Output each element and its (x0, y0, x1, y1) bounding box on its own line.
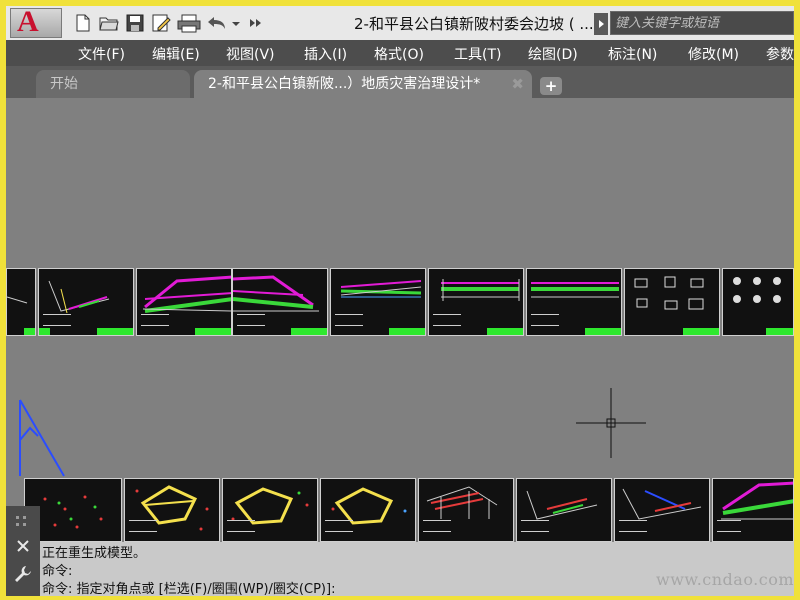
more-icon[interactable] (248, 13, 264, 33)
menu-file[interactable]: 文件(F) (78, 44, 125, 64)
chevron-right-icon (599, 20, 604, 28)
wrench-icon[interactable] (13, 564, 33, 584)
sheet-title-block (766, 328, 793, 335)
sheet-drawing (634, 276, 704, 310)
sheet-notes (717, 520, 741, 532)
sheet-drawing (7, 296, 28, 304)
command-history-line: 正在重生成模型。 (42, 546, 147, 561)
close-icon[interactable] (15, 538, 31, 554)
watermark: www.cndao.com (656, 570, 794, 589)
sheet-notes (141, 314, 170, 326)
sheet-drawing (426, 486, 498, 519)
sheet-notes (531, 314, 560, 326)
command-prompt-line[interactable]: 命令: 指定对角点或 [栏选(F)/圈围(WP)/圈交(CP)]: (42, 578, 335, 596)
drawing-sheet[interactable] (6, 268, 36, 336)
sheet-title-block (683, 328, 719, 335)
sheet-notes (43, 314, 72, 326)
drawing-sheet[interactable] (526, 268, 622, 336)
menu-draw[interactable]: 绘图(D) (528, 44, 578, 64)
drawing-canvas[interactable] (6, 98, 794, 542)
file-tab-bar: 开始 2-和平县公白镇新陂...）地质灾害治理设计* ✖ + (6, 66, 794, 98)
menu-bar: 文件(F) 编辑(E) 视图(V) 插入(I) 格式(O) 工具(T) 绘图(D… (6, 40, 794, 66)
dropdown-icon[interactable] (230, 13, 242, 33)
drawing-sheet[interactable] (38, 268, 134, 336)
tab-drawing[interactable]: 2-和平县公白镇新陂...）地质灾害治理设计* ✖ (194, 70, 532, 98)
save-icon[interactable] (124, 13, 146, 33)
application-menu-button[interactable]: A (10, 6, 62, 38)
sheet-title-block (39, 328, 51, 335)
sheet-title-block (389, 328, 425, 335)
sheet-notes (325, 520, 354, 532)
drawing-sheet[interactable] (222, 478, 318, 542)
tab-label: 2-和平县公白镇新陂...）地质灾害治理设计* (208, 76, 481, 92)
sheet-notes (433, 314, 462, 326)
menu-edit[interactable]: 编辑(E) (152, 44, 200, 64)
drawing-sheet[interactable] (624, 268, 720, 336)
sheet-drawing (135, 485, 209, 531)
sheet-notes (423, 520, 452, 532)
sheet-title-block (24, 328, 35, 335)
sheet-title-block (487, 328, 523, 335)
sheet-notes (335, 314, 364, 326)
tab-label: 开始 (50, 76, 78, 92)
drawing-sheet[interactable] (712, 478, 794, 542)
sheet-drawing (733, 277, 781, 303)
search-expand-button[interactable] (594, 13, 608, 35)
drawing-sheet[interactable] (124, 478, 220, 542)
undo-icon[interactable] (206, 13, 228, 33)
sheet-notes (619, 520, 648, 532)
sheet-drawing (231, 487, 309, 525)
grip-icon (16, 516, 26, 526)
save-as-icon[interactable] (150, 13, 172, 33)
window-title: 2-和平县公白镇新陂村委会边坡 ( ... (354, 15, 594, 33)
crosshair-icon (576, 388, 646, 458)
sheet-notes (521, 520, 550, 532)
sheet-drawing (331, 487, 407, 525)
drawing-sheet[interactable] (320, 478, 416, 542)
menu-tools[interactable]: 工具(T) (454, 44, 501, 64)
sheet-notes (129, 520, 158, 532)
drawing-sheet[interactable] (136, 268, 232, 336)
search-box[interactable] (610, 11, 794, 35)
menu-dimension[interactable]: 标注(N) (608, 44, 657, 64)
print-icon[interactable] (176, 13, 202, 33)
search-input[interactable] (611, 12, 793, 35)
sheet-title-block (97, 328, 133, 335)
menu-view[interactable]: 视图(V) (226, 44, 275, 64)
drawing-sheet[interactable] (516, 478, 612, 542)
menu-modify[interactable]: 修改(M) (688, 44, 739, 64)
open-folder-icon[interactable] (98, 13, 120, 33)
drawing-sheet[interactable] (418, 478, 514, 542)
drawing-sheet[interactable] (330, 268, 426, 336)
command-history-line: 命令: (42, 564, 73, 579)
sheet-title-block (585, 328, 621, 335)
sheet-drawing (526, 490, 598, 520)
title-bar: A 2-和平县公白镇新陂村委会边坡 ( ... (6, 6, 794, 41)
command-window-handle[interactable] (6, 506, 40, 596)
drawing-sheet[interactable] (614, 478, 710, 542)
drawing-sheet[interactable] (428, 268, 524, 336)
menu-format[interactable]: 格式(O) (374, 44, 424, 64)
drawing-sheet[interactable] (722, 268, 794, 336)
new-tab-button[interactable]: + (540, 77, 562, 95)
drawing-sheet[interactable] (232, 268, 328, 336)
close-icon[interactable]: ✖ (511, 70, 524, 98)
sheet-drawing (721, 481, 793, 520)
menu-insert[interactable]: 插入(I) (304, 44, 347, 64)
sheet-title-block (291, 328, 327, 335)
blue-polyline (19, 399, 65, 477)
sheet-notes (227, 520, 256, 532)
app-logo-letter: A (17, 6, 39, 38)
tab-start[interactable]: 开始 (36, 70, 190, 98)
new-file-icon[interactable] (72, 13, 94, 33)
sheet-title-block (195, 328, 231, 335)
sheet-drawing (622, 488, 702, 520)
menu-parameters[interactable]: 参数 (766, 44, 794, 64)
autocad-window: A 2-和平县公白镇新陂村委会边坡 ( ... 文件(F) 编辑(E) 视图(V… (6, 6, 794, 596)
sheet-notes (237, 314, 266, 326)
